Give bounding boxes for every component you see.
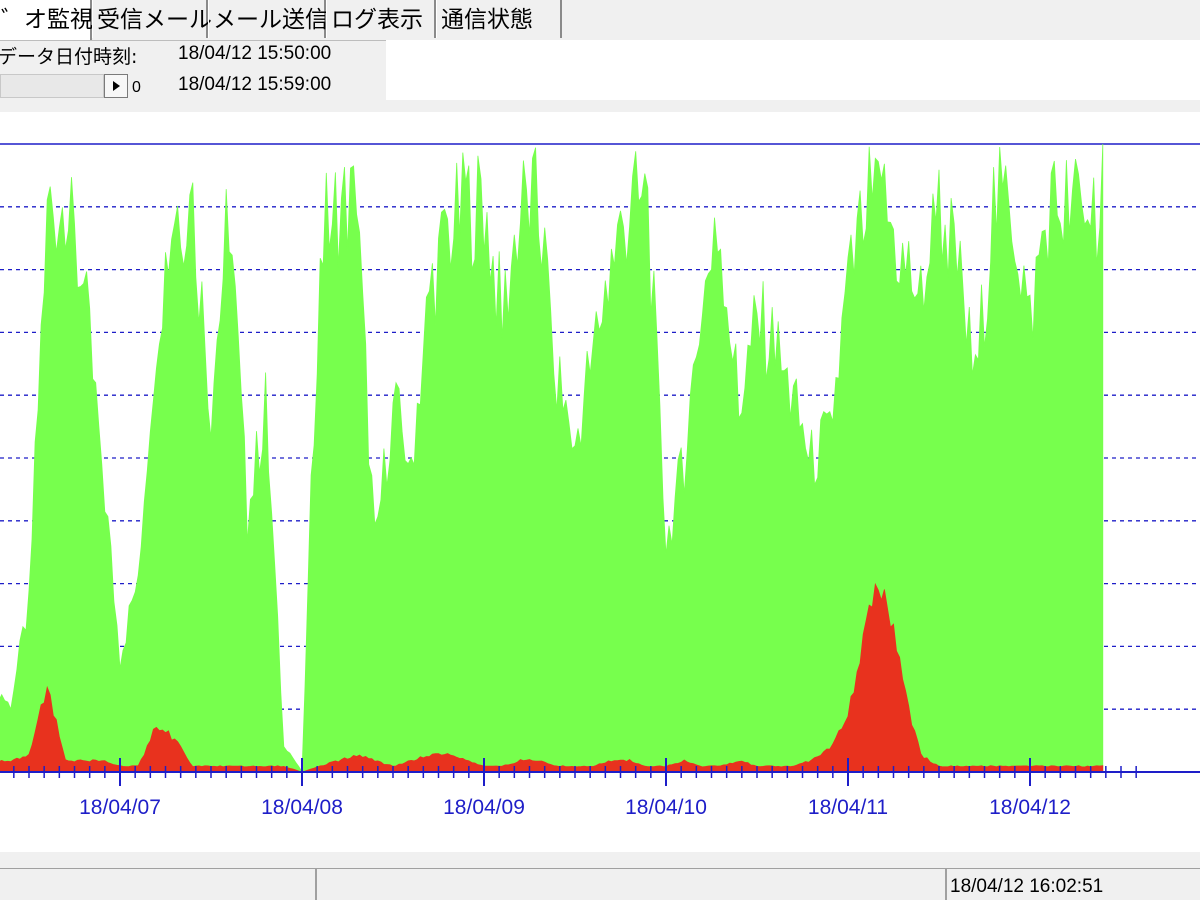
tab-send-mail[interactable]: メール送信 (208, 0, 328, 38)
tab-bar: ゛オ監視 受信メール メール送信 ログ表示 通信状態 (0, 0, 1200, 41)
time-scrollbar[interactable] (0, 74, 104, 98)
monitor-chart: /0618/04/0718/04/0818/04/0918/04/1018/04… (0, 143, 1200, 819)
scroll-right-button[interactable] (104, 74, 128, 98)
x-tick-label: 18/04/07 (79, 796, 161, 819)
status-segment-2 (316, 868, 946, 900)
status-segment-1 (0, 868, 316, 900)
x-tick-label: 18/04/10 (625, 796, 707, 819)
start-time-value: 18/04/12 15:50:00 (178, 43, 332, 64)
status-bar: 18/04/12 16:02:51 (0, 858, 1200, 900)
info-blank-area (386, 40, 1200, 100)
x-tick-label: 18/04/08 (261, 796, 343, 819)
data-datetime-label: データ日付時刻: (0, 46, 138, 68)
x-tick-label: 18/04/12 (989, 796, 1071, 819)
series-green-area (0, 143, 1104, 774)
x-tick-label: 18/04/09 (443, 796, 525, 819)
tab-log-display[interactable]: ログ表示 (326, 0, 436, 38)
end-time-value: 18/04/12 15:59:00 (178, 74, 332, 95)
tab-comm-status[interactable]: 通信状態 (436, 0, 562, 38)
x-tick-label: 18/04/11 (808, 796, 888, 819)
chart-area: /0618/04/0718/04/0818/04/0918/04/1018/04… (0, 112, 1200, 852)
scroll-value: 0 (132, 79, 141, 96)
tab-video-monitor[interactable]: ゛オ監視 (0, 0, 93, 40)
tab-received-mail[interactable]: 受信メール (92, 0, 212, 38)
status-timestamp: 18/04/12 16:02:51 (950, 876, 1104, 897)
